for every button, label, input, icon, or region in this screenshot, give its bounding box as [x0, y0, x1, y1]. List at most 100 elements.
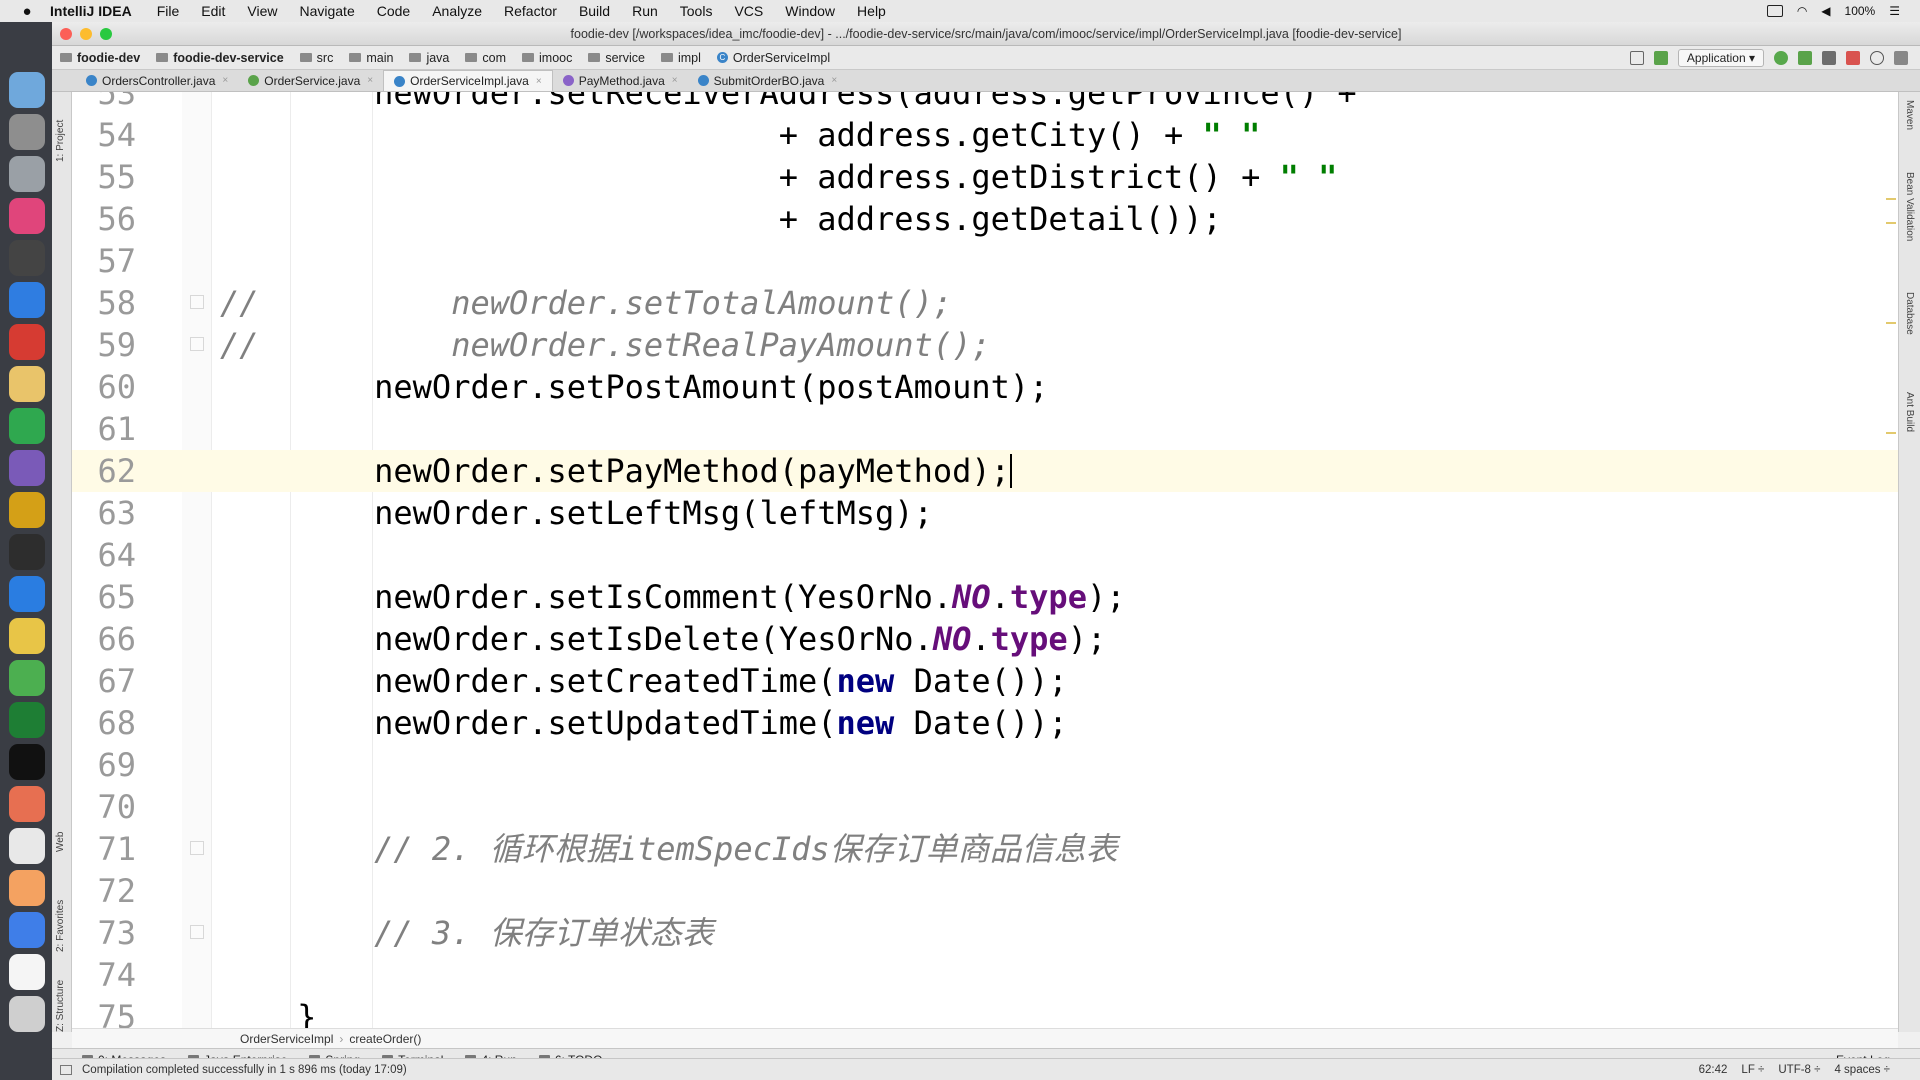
menu-edit[interactable]: Edit	[201, 3, 225, 19]
layout-icon[interactable]	[1629, 50, 1644, 65]
breadcrumb-class[interactable]: OrderServiceImpl	[240, 1032, 333, 1046]
code-line[interactable]: 74	[72, 954, 1898, 996]
close-tab-icon[interactable]: ×	[831, 75, 837, 86]
menu-build[interactable]: Build	[579, 3, 610, 19]
nav-crumb[interactable]: impl	[653, 51, 709, 65]
tool-favorites[interactable]: 2: Favorites	[55, 900, 66, 952]
code-line[interactable]: 65 newOrder.setIsComment(YesOrNo.NO.type…	[72, 576, 1898, 618]
nav-crumb[interactable]: foodie-dev-service	[148, 51, 291, 65]
code-line[interactable]: 56 + address.getDetail());	[72, 198, 1898, 240]
fold-marker-icon[interactable]	[190, 295, 204, 309]
menu-help[interactable]: Help	[857, 3, 886, 19]
code-line[interactable]: 53 newOrder.setReceiverAddress(address.g…	[72, 92, 1898, 114]
code-line[interactable]: 60 newOrder.setPostAmount(postAmount);	[72, 366, 1898, 408]
notification-center-icon[interactable]: ☰	[1889, 4, 1900, 18]
rerun-icon[interactable]	[1774, 50, 1788, 65]
tool-ant-build[interactable]: Ant Build	[1904, 392, 1915, 432]
nav-crumb[interactable]: C OrderServiceImpl	[709, 51, 838, 65]
dock-app-icon[interactable]	[9, 954, 45, 990]
screen-record-icon[interactable]	[1766, 5, 1783, 17]
code-line[interactable]: 71 // 2. 循环根据itemSpecIds保存订单商品信息表	[72, 828, 1898, 870]
dock-app-icon[interactable]	[9, 114, 45, 150]
close-tab-icon[interactable]: ×	[536, 76, 542, 87]
dock-app-icon[interactable]	[9, 408, 45, 444]
dock-app-icon[interactable]	[9, 72, 45, 108]
code-line[interactable]: 62 newOrder.setPayMethod(payMethod);	[72, 450, 1898, 492]
menu-view[interactable]: View	[247, 3, 277, 19]
code-line[interactable]: 73 // 3. 保存订单状态表	[72, 912, 1898, 954]
menu-window[interactable]: Window	[785, 3, 835, 19]
dock-app-icon[interactable]	[9, 912, 45, 948]
close-tab-icon[interactable]: ×	[367, 75, 373, 86]
dock-app-icon[interactable]	[9, 702, 45, 738]
code-line[interactable]: 75 }	[72, 996, 1898, 1028]
fold-marker-icon[interactable]	[190, 337, 204, 351]
code-line[interactable]: 72	[72, 870, 1898, 912]
battery-label[interactable]: 100%	[1845, 4, 1876, 18]
stop-icon[interactable]	[1846, 50, 1860, 65]
code-line[interactable]: 55 + address.getDistrict() + " "	[72, 156, 1898, 198]
fold-marker-icon[interactable]	[190, 841, 204, 855]
dock-app-icon[interactable]	[9, 492, 45, 528]
editor-tab[interactable]: PayMethod.java ×	[553, 70, 688, 91]
tool-bean-validation[interactable]: Bean Validation	[1904, 172, 1915, 241]
editor-tab[interactable]: OrdersController.java ×	[76, 70, 238, 91]
close-tab-icon[interactable]: ×	[672, 75, 678, 86]
volume-icon[interactable]: ◀	[1821, 4, 1830, 18]
code-line[interactable]: 64	[72, 534, 1898, 576]
editor-tab[interactable]: OrderService.java ×	[238, 70, 383, 91]
dock-app-icon[interactable]	[9, 576, 45, 612]
dock-app-icon[interactable]	[9, 240, 45, 276]
build-hammer-icon[interactable]	[1653, 50, 1668, 65]
tool-database[interactable]: Database	[1904, 292, 1915, 335]
file-encoding[interactable]: UTF-8 ÷	[1778, 1064, 1820, 1076]
tool-maven[interactable]: Maven	[1904, 100, 1915, 130]
coverage-icon[interactable]	[1822, 50, 1836, 65]
nav-crumb[interactable]: com	[457, 51, 514, 65]
dock-app-icon[interactable]	[9, 366, 45, 402]
nav-crumb[interactable]: imooc	[514, 51, 580, 65]
dock-app-icon[interactable]	[9, 618, 45, 654]
menu-vcs[interactable]: VCS	[734, 3, 763, 19]
menu-analyze[interactable]: Analyze	[432, 3, 482, 19]
editor-tab[interactable]: SubmitOrderBO.java ×	[688, 70, 848, 91]
dock-app-icon[interactable]	[9, 744, 45, 780]
project-structure-icon[interactable]	[1894, 50, 1908, 65]
code-line[interactable]: 58 // newOrder.setTotalAmount();	[72, 282, 1898, 324]
code-line[interactable]: 67 newOrder.setCreatedTime(new Date());	[72, 660, 1898, 702]
code-line[interactable]: 69	[72, 744, 1898, 786]
dock-app-icon[interactable]	[9, 156, 45, 192]
app-name-menu[interactable]: IntelliJ IDEA	[50, 3, 132, 19]
menu-run[interactable]: Run	[632, 3, 658, 19]
dock-app-icon[interactable]	[9, 996, 45, 1032]
status-message[interactable]: Compilation completed successfully in 1 …	[82, 1064, 407, 1076]
apple-icon[interactable]: ●	[12, 3, 42, 20]
zoom-window-button[interactable]	[100, 27, 112, 40]
close-tab-icon[interactable]: ×	[222, 75, 228, 86]
error-stripe[interactable]	[1884, 92, 1898, 1028]
tool-web[interactable]: Web	[55, 832, 66, 852]
dock-app-icon[interactable]	[9, 870, 45, 906]
run-configuration-select[interactable]: Application ▾	[1677, 48, 1764, 67]
tool-project[interactable]: 1: Project	[55, 120, 66, 162]
code-editor[interactable]: 53 newOrder.setReceiverAddress(address.g…	[72, 92, 1898, 1028]
code-line[interactable]: 68 newOrder.setUpdatedTime(new Date());	[72, 702, 1898, 744]
tool-structure[interactable]: Z: Structure	[55, 980, 66, 1032]
nav-crumb[interactable]: java	[401, 51, 457, 65]
nav-crumb[interactable]: main	[341, 51, 401, 65]
code-line[interactable]: 57	[72, 240, 1898, 282]
dock-app-icon[interactable]	[9, 282, 45, 318]
debug-icon[interactable]	[1798, 50, 1812, 65]
menu-code[interactable]: Code	[377, 3, 410, 19]
code-line[interactable]: 59 // newOrder.setRealPayAmount();	[72, 324, 1898, 366]
code-line[interactable]: 70	[72, 786, 1898, 828]
close-window-button[interactable]	[60, 27, 72, 40]
search-icon[interactable]	[1870, 50, 1884, 65]
dock-app-icon[interactable]	[9, 660, 45, 696]
menu-file[interactable]: File	[157, 3, 180, 19]
menu-refactor[interactable]: Refactor	[504, 3, 557, 19]
fold-marker-icon[interactable]	[190, 925, 204, 939]
indent-setting[interactable]: 4 spaces ÷	[1834, 1064, 1890, 1076]
code-line[interactable]: 63 newOrder.setLeftMsg(leftMsg);	[72, 492, 1898, 534]
code-line[interactable]: 54 + address.getCity() + " "	[72, 114, 1898, 156]
